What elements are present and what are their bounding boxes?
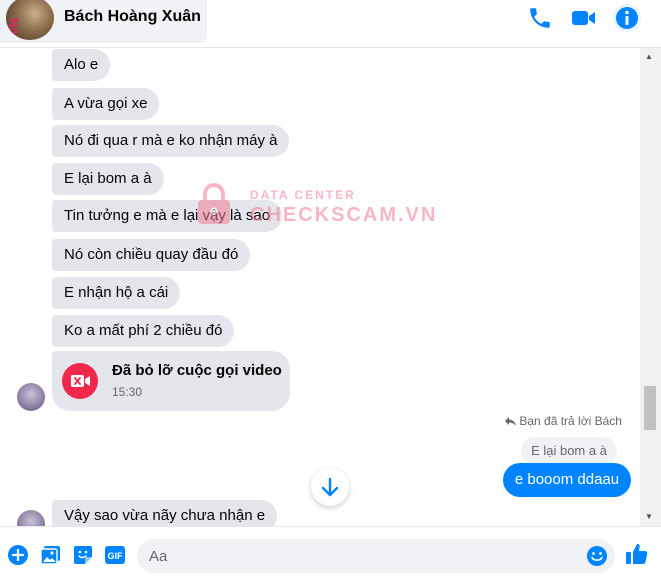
message-input[interactable]: [137, 539, 615, 573]
photo-icon[interactable]: [40, 544, 62, 566]
received-message[interactable]: E lại bom a à: [52, 163, 164, 195]
sender-avatar[interactable]: [17, 383, 45, 411]
quoted-message[interactable]: E lại bom a à: [521, 437, 617, 465]
missed-call-title: Đã bỏ lỡ cuộc gọi video: [112, 362, 282, 379]
sticker-icon[interactable]: [72, 544, 94, 566]
sender-avatar[interactable]: [17, 510, 45, 526]
received-message[interactable]: Vậy sao vừa nãy chưa nhận e: [52, 500, 278, 526]
received-message[interactable]: Tin tưởng e mà e lại vậy là sao: [52, 200, 283, 232]
message-list[interactable]: Alo e A vừa gọi xe Nó đi qua r mà e ko n…: [0, 48, 640, 526]
received-message[interactable]: A vừa gọi xe: [52, 88, 160, 120]
emoji-icon[interactable]: [586, 545, 608, 567]
scroll-down-arrow[interactable]: ▼: [645, 512, 653, 521]
scroll-to-bottom-button[interactable]: [311, 468, 349, 506]
scrollbar-track[interactable]: [640, 48, 661, 526]
missed-video-call-icon: [62, 363, 98, 399]
received-message[interactable]: Nó còn chiều quay đầu đó: [52, 239, 251, 271]
arrow-down-icon: [321, 477, 339, 497]
avatar-badge-text: VN: [6, 17, 21, 36]
reply-indicator: Bạn đã trả lời Bách: [505, 414, 622, 428]
received-message[interactable]: Ko a mất phí 2 chiều đó: [52, 315, 235, 347]
info-icon[interactable]: [613, 4, 641, 32]
scroll-up-arrow[interactable]: ▲: [645, 52, 653, 61]
missed-video-call-card[interactable]: Đã bỏ lỡ cuộc gọi video 15:30: [52, 351, 290, 411]
missed-call-time: 15:30: [112, 385, 143, 399]
reply-arrow-icon: [505, 417, 516, 426]
chat-header: VN Bách Hoàng Xuân: [0, 0, 661, 48]
plus-icon[interactable]: [7, 544, 29, 566]
received-message[interactable]: Nó đi qua r mà e ko nhận máy à: [52, 125, 290, 157]
contact-card[interactable]: VN Bách Hoàng Xuân: [0, 0, 207, 43]
reply-note-text: Bạn đã trả lời Bách: [519, 414, 622, 428]
received-message[interactable]: Alo e: [52, 49, 111, 81]
phone-call-icon[interactable]: [527, 5, 553, 31]
gif-icon[interactable]: GIF: [104, 544, 126, 566]
video-call-icon[interactable]: [571, 5, 597, 31]
contact-avatar[interactable]: VN: [6, 0, 54, 40]
message-composer: GIF: [0, 526, 661, 583]
sent-message[interactable]: e booom ddaau: [503, 463, 631, 497]
contact-name[interactable]: Bách Hoàng Xuân: [64, 8, 201, 26]
received-message[interactable]: E nhận hộ a cái: [52, 277, 181, 309]
thumbs-up-icon[interactable]: [625, 542, 649, 566]
svg-text:GIF: GIF: [108, 551, 124, 561]
scrollbar-thumb[interactable]: [644, 386, 656, 430]
